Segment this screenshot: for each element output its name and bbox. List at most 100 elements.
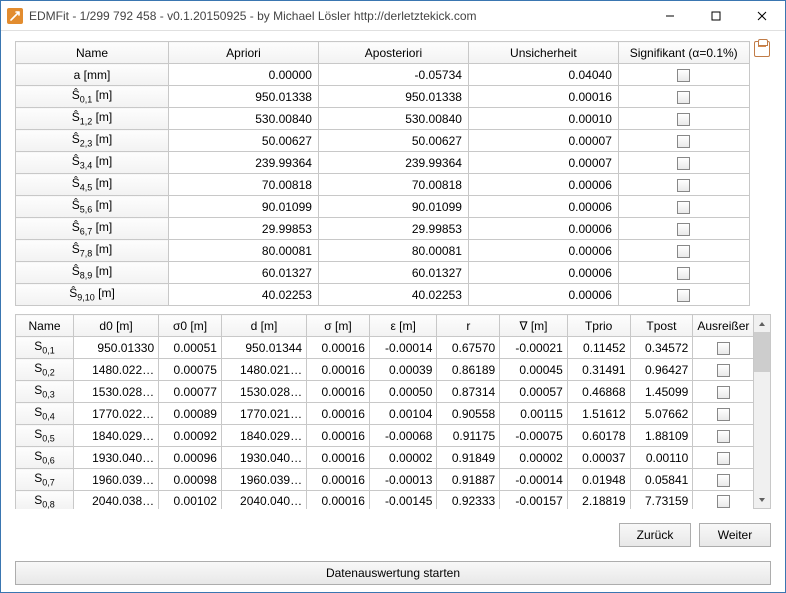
uncertainty-cell[interactable]: 0.00007 [468, 130, 618, 152]
tpost-cell[interactable]: 0.96427 [630, 359, 693, 381]
uncertainty-cell[interactable]: 0.00010 [468, 108, 618, 130]
table-row[interactable]: S0,71960.039…0.000981960.039…0.00016-0.0… [16, 469, 754, 491]
obs-header-cell[interactable]: ∇ [m] [500, 315, 568, 337]
checkbox[interactable] [677, 289, 690, 302]
outlier-cell[interactable] [693, 403, 754, 425]
top-header-cell[interactable]: Aposteriori [318, 42, 468, 64]
d0-cell[interactable]: 950.01330 [74, 337, 159, 359]
apriori-cell[interactable]: 90.01099 [169, 196, 319, 218]
sigma-cell[interactable]: 0.00016 [307, 337, 370, 359]
apriori-cell[interactable]: 70.00818 [169, 174, 319, 196]
table-row[interactable]: Ŝ6,7 [m]29.9985329.998530.00006 [16, 218, 750, 240]
sigma-cell[interactable]: 0.00016 [307, 469, 370, 491]
outlier-cell[interactable] [693, 469, 754, 491]
top-header-cell[interactable]: Unsicherheit [468, 42, 618, 64]
checkbox[interactable] [717, 342, 730, 355]
tprio-cell[interactable]: 0.00037 [567, 447, 630, 469]
table-row[interactable]: S0,21480.022…0.000751480.021…0.000160.00… [16, 359, 754, 381]
uncertainty-cell[interactable]: 0.00006 [468, 262, 618, 284]
aposteriori-cell[interactable]: 40.02253 [318, 284, 468, 306]
top-header-cell[interactable]: Apriori [169, 42, 319, 64]
apriori-cell[interactable]: 40.02253 [169, 284, 319, 306]
significant-cell[interactable] [618, 130, 749, 152]
checkbox[interactable] [717, 430, 730, 443]
significant-cell[interactable] [618, 284, 749, 306]
checkbox[interactable] [677, 201, 690, 214]
start-evaluation-button[interactable]: Datenauswertung starten [15, 561, 771, 585]
maximize-button[interactable] [693, 1, 739, 31]
tpost-cell[interactable]: 0.05841 [630, 469, 693, 491]
r-cell[interactable]: 0.86189 [437, 359, 500, 381]
d0-cell[interactable]: 1960.039… [74, 469, 159, 491]
tprio-cell[interactable]: 0.01948 [567, 469, 630, 491]
minimize-button[interactable] [647, 1, 693, 31]
aposteriori-cell[interactable]: 50.00627 [318, 130, 468, 152]
nabla-cell[interactable]: 0.00002 [500, 447, 568, 469]
eps-cell[interactable]: 0.00104 [369, 403, 437, 425]
scroll-thumb[interactable] [754, 332, 770, 372]
nabla-cell[interactable]: -0.00075 [500, 425, 568, 447]
significant-cell[interactable] [618, 218, 749, 240]
apriori-cell[interactable]: 530.00840 [169, 108, 319, 130]
clipboard-icon[interactable] [750, 41, 771, 306]
significant-cell[interactable] [618, 174, 749, 196]
d0-cell[interactable]: 1530.028… [74, 381, 159, 403]
d-cell[interactable]: 1930.040… [221, 447, 306, 469]
obs-header-cell[interactable]: r [437, 315, 500, 337]
obs-header-cell[interactable]: Ausreißer [693, 315, 754, 337]
significant-cell[interactable] [618, 262, 749, 284]
nabla-cell[interactable]: -0.00021 [500, 337, 568, 359]
uncertainty-cell[interactable]: 0.00007 [468, 152, 618, 174]
eps-cell[interactable]: -0.00068 [369, 425, 437, 447]
nabla-cell[interactable]: -0.00014 [500, 469, 568, 491]
nabla-cell[interactable]: 0.00115 [500, 403, 568, 425]
uncertainty-cell[interactable]: 0.04040 [468, 64, 618, 86]
eps-cell[interactable]: -0.00013 [369, 469, 437, 491]
checkbox[interactable] [717, 408, 730, 421]
eps-cell[interactable]: -0.00014 [369, 337, 437, 359]
uncertainty-cell[interactable]: 0.00016 [468, 86, 618, 108]
d0-cell[interactable]: 1930.040… [74, 447, 159, 469]
table-row[interactable]: Ŝ8,9 [m]60.0132760.013270.00006 [16, 262, 750, 284]
checkbox[interactable] [677, 113, 690, 126]
obs-header-cell[interactable]: σ [m] [307, 315, 370, 337]
close-button[interactable] [739, 1, 785, 31]
eps-cell[interactable]: 0.00050 [369, 381, 437, 403]
table-row[interactable]: S0,82040.038…0.001022040.040…0.00016-0.0… [16, 491, 754, 510]
tpost-cell[interactable]: 7.73159 [630, 491, 693, 510]
obs-header-cell[interactable]: d0 [m] [74, 315, 159, 337]
checkbox[interactable] [677, 69, 690, 82]
table-row[interactable]: S0,41770.022…0.000891770.021…0.000160.00… [16, 403, 754, 425]
obs-header-cell[interactable]: Name [16, 315, 74, 337]
tprio-cell[interactable]: 0.60178 [567, 425, 630, 447]
uncertainty-cell[interactable]: 0.00006 [468, 174, 618, 196]
apriori-cell[interactable]: 29.99853 [169, 218, 319, 240]
d-cell[interactable]: 1840.029… [221, 425, 306, 447]
apriori-cell[interactable]: 60.01327 [169, 262, 319, 284]
r-cell[interactable]: 0.92333 [437, 491, 500, 510]
aposteriori-cell[interactable]: 90.01099 [318, 196, 468, 218]
top-header-cell[interactable]: Name [16, 42, 169, 64]
aposteriori-cell[interactable]: 80.00081 [318, 240, 468, 262]
r-cell[interactable]: 0.90558 [437, 403, 500, 425]
eps-cell[interactable]: 0.00002 [369, 447, 437, 469]
top-header-cell[interactable]: Signifikant (α=0.1%) [618, 42, 749, 64]
aposteriori-cell[interactable]: 239.99364 [318, 152, 468, 174]
table-row[interactable]: Ŝ5,6 [m]90.0109990.010990.00006 [16, 196, 750, 218]
outlier-cell[interactable] [693, 425, 754, 447]
table-row[interactable]: Ŝ2,3 [m]50.0062750.006270.00007 [16, 130, 750, 152]
sigma0-cell[interactable]: 0.00051 [159, 337, 222, 359]
tprio-cell[interactable]: 0.31491 [567, 359, 630, 381]
obs-header-cell[interactable]: Tpost [630, 315, 693, 337]
d-cell[interactable]: 2040.040… [221, 491, 306, 510]
eps-cell[interactable]: 0.00039 [369, 359, 437, 381]
aposteriori-cell[interactable]: -0.05734 [318, 64, 468, 86]
sigma-cell[interactable]: 0.00016 [307, 425, 370, 447]
checkbox[interactable] [717, 474, 730, 487]
vertical-scrollbar[interactable] [754, 314, 771, 509]
outlier-cell[interactable] [693, 491, 754, 510]
d0-cell[interactable]: 1480.022… [74, 359, 159, 381]
checkbox[interactable] [717, 495, 730, 508]
significant-cell[interactable] [618, 240, 749, 262]
significant-cell[interactable] [618, 108, 749, 130]
